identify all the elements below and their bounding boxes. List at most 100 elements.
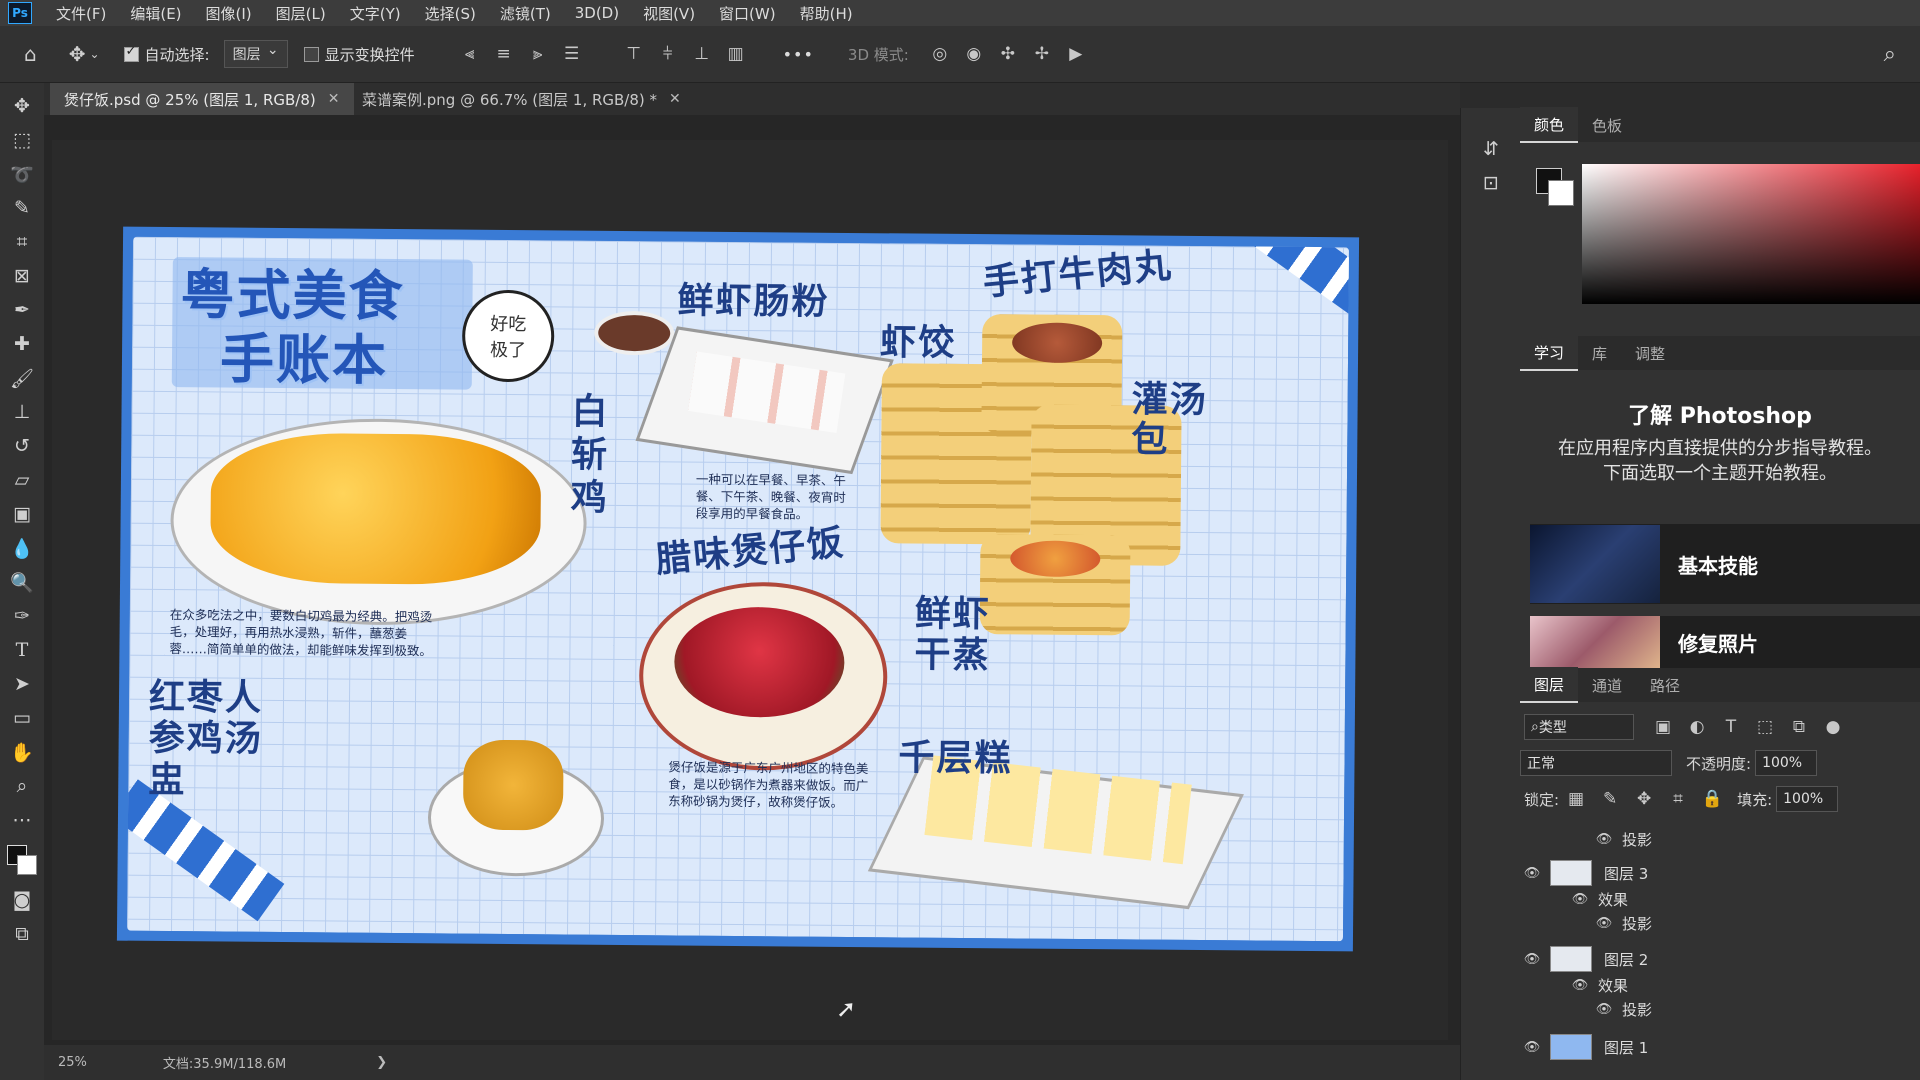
opacity-input[interactable]: 100% <box>1755 750 1818 776</box>
tab-color[interactable]: 颜色 <box>1520 107 1579 143</box>
menu-type[interactable]: 文字(Y) <box>338 3 413 24</box>
quick-mask-icon[interactable]: ◙ <box>0 883 44 917</box>
filter-pixel-icon[interactable]: ▣ <box>1652 716 1674 738</box>
tutorial-card-basics[interactable]: 基本技能 <box>1530 524 1920 604</box>
properties-panel-icon[interactable]: ⊡ <box>1461 166 1521 200</box>
eye-icon[interactable]: 👁 <box>1568 978 1592 993</box>
hand-tool-icon[interactable]: ✋ <box>0 735 44 769</box>
menu-help[interactable]: 帮助(H) <box>788 3 865 24</box>
eyedropper-tool-icon[interactable]: ✒ <box>0 293 44 327</box>
effect-row[interactable]: 👁 投影 <box>1520 994 1920 1024</box>
eye-icon[interactable]: 👁 <box>1520 952 1544 967</box>
filter-smart-object-icon[interactable]: ⧉ <box>1788 716 1810 738</box>
type-tool-icon[interactable]: T <box>0 633 44 667</box>
lock-artboard-icon[interactable]: ⌗ <box>1667 788 1689 810</box>
tab-baozaifan[interactable]: 煲仔饭.psd @ 25% (图层 1, RGB/8) ✕ <box>50 83 354 115</box>
effect-row[interactable]: 👁 投影 <box>1520 908 1920 938</box>
tab-layers[interactable]: 图层 <box>1520 667 1579 703</box>
tab-paths[interactable]: 路径 <box>1636 668 1694 702</box>
align-right-icon[interactable]: ⫸ <box>527 43 549 65</box>
filter-type-icon[interactable]: T <box>1720 716 1742 738</box>
pen-tool-icon[interactable]: ✑ <box>0 599 44 633</box>
eye-icon[interactable]: 👁 <box>1520 1040 1544 1055</box>
eraser-tool-icon[interactable]: ▱ <box>0 463 44 497</box>
menu-window[interactable]: 窗口(W) <box>707 3 788 24</box>
brush-tool-icon[interactable]: 🖌 <box>0 361 44 395</box>
more-options-button[interactable]: ••• <box>783 45 814 64</box>
zoom-tool-icon[interactable]: ⌕ <box>0 769 44 803</box>
menu-3d[interactable]: 3D(D) <box>563 4 631 22</box>
dodge-tool-icon[interactable]: 🔍 <box>0 565 44 599</box>
menu-select[interactable]: 选择(S) <box>413 3 488 24</box>
slide-3d-icon[interactable]: ✢ <box>1031 43 1053 65</box>
menu-edit[interactable]: 编辑(E) <box>118 3 193 24</box>
distribute-icon[interactable]: ☰ <box>561 43 583 65</box>
eye-icon[interactable]: 👁 <box>1520 866 1544 881</box>
eye-icon[interactable]: 👁 <box>1592 1002 1616 1017</box>
rectangle-tool-icon[interactable]: ▭ <box>0 701 44 735</box>
lock-transparent-icon[interactable]: ▦ <box>1565 788 1587 810</box>
frame-tool-icon[interactable]: ⊠ <box>0 259 44 293</box>
effect-row[interactable]: 👁 投影 <box>1520 824 1920 854</box>
home-icon[interactable]: ⌂ <box>24 42 37 66</box>
show-transform-checkbox[interactable] <box>303 46 319 62</box>
align-bottom-icon[interactable]: ⊥ <box>691 43 713 65</box>
roll-3d-icon[interactable]: ◉ <box>963 43 985 65</box>
tutorial-card-photo-fix[interactable]: 修复照片 <box>1530 616 1920 668</box>
lasso-tool-icon[interactable]: ➰ <box>0 157 44 191</box>
marquee-tool-icon[interactable]: ⬚ <box>0 123 44 157</box>
menu-file[interactable]: 文件(F) <box>44 3 118 24</box>
history-brush-tool-icon[interactable]: ↺ <box>0 429 44 463</box>
search-icon[interactable]: ⌕ <box>1884 42 1896 67</box>
layer-filter-dropdown[interactable]: ⌕ 类型 <box>1524 714 1634 740</box>
camera-3d-icon[interactable]: ▶ <box>1065 43 1087 65</box>
align-top-icon[interactable]: ⊤ <box>623 43 645 65</box>
move-tool-icon[interactable]: ✥ <box>0 89 44 123</box>
distribute-vertical-icon[interactable]: ▥ <box>725 43 747 65</box>
document-canvas[interactable]: 粤式美食 手账本 好吃 极了 鲜虾肠粉 手打牛肉丸 虾饺 白斩鸡 灌汤包 一种可… <box>116 226 1360 952</box>
lock-paint-icon[interactable]: ✎ <box>1599 788 1621 810</box>
lock-position-icon[interactable]: ✥ <box>1633 788 1655 810</box>
move-tool-icon[interactable]: ✥ <box>69 42 86 66</box>
eye-icon[interactable]: 👁 <box>1592 832 1616 847</box>
crop-tool-icon[interactable]: ⌗ <box>0 225 44 259</box>
fill-input[interactable]: 100% <box>1776 786 1839 812</box>
align-vcenter-icon[interactable]: ⫩ <box>657 43 679 65</box>
screen-mode-icon[interactable]: ⧉ <box>0 917 44 951</box>
auto-select-dropdown[interactable]: 图层 <box>223 40 288 68</box>
eye-icon[interactable]: 👁 <box>1592 916 1616 931</box>
quick-select-tool-icon[interactable]: ✎ <box>0 191 44 225</box>
menu-image[interactable]: 图像(I) <box>194 3 264 24</box>
menu-view[interactable]: 视图(V) <box>631 3 707 24</box>
filter-shape-icon[interactable]: ⬚ <box>1754 716 1776 738</box>
layer-row-1[interactable]: 👁 图层 1 <box>1520 1032 1920 1062</box>
healing-brush-tool-icon[interactable]: ✚ <box>0 327 44 361</box>
color-picker-field[interactable] <box>1582 164 1920 304</box>
close-icon[interactable]: ✕ <box>328 91 340 107</box>
tab-swatches[interactable]: 色板 <box>1578 108 1636 142</box>
tab-learn[interactable]: 学习 <box>1520 335 1579 371</box>
orbit-3d-icon[interactable]: ◎ <box>929 43 951 65</box>
blend-mode-dropdown[interactable]: 正常 <box>1520 750 1672 776</box>
tab-adjustments[interactable]: 调整 <box>1621 336 1679 370</box>
auto-select-checkbox[interactable] <box>123 44 139 62</box>
fg-bg-color-swatch[interactable] <box>1536 168 1576 208</box>
filter-adjustment-icon[interactable]: ◐ <box>1686 716 1708 738</box>
align-hcenter-icon[interactable]: ≡ <box>493 43 515 65</box>
status-expand-arrow[interactable]: ❯ <box>376 1055 387 1070</box>
stamp-tool-icon[interactable]: ⊥ <box>0 395 44 429</box>
tab-caipu[interactable]: 菜谱案例.png @ 66.7% (图层 1, RGB/8) * ✕ <box>348 83 695 115</box>
menu-filter[interactable]: 滤镜(T) <box>488 3 563 24</box>
history-panel-icon[interactable]: ⇵ <box>1461 132 1521 166</box>
lock-all-icon[interactable]: 🔒 <box>1701 788 1723 810</box>
align-left-icon[interactable]: ⫷ <box>459 43 481 65</box>
filter-toggle-icon[interactable]: ● <box>1822 716 1844 738</box>
close-icon[interactable]: ✕ <box>669 91 681 107</box>
eye-icon[interactable]: 👁 <box>1568 892 1592 907</box>
chevron-down-icon[interactable]: ⌄ <box>89 47 99 61</box>
gradient-tool-icon[interactable]: ▣ <box>0 497 44 531</box>
menu-layer[interactable]: 图层(L) <box>264 3 338 24</box>
tab-libraries[interactable]: 库 <box>1578 336 1621 370</box>
color-swatches-icon[interactable] <box>0 837 44 883</box>
drag-3d-icon[interactable]: ✣ <box>997 43 1019 65</box>
